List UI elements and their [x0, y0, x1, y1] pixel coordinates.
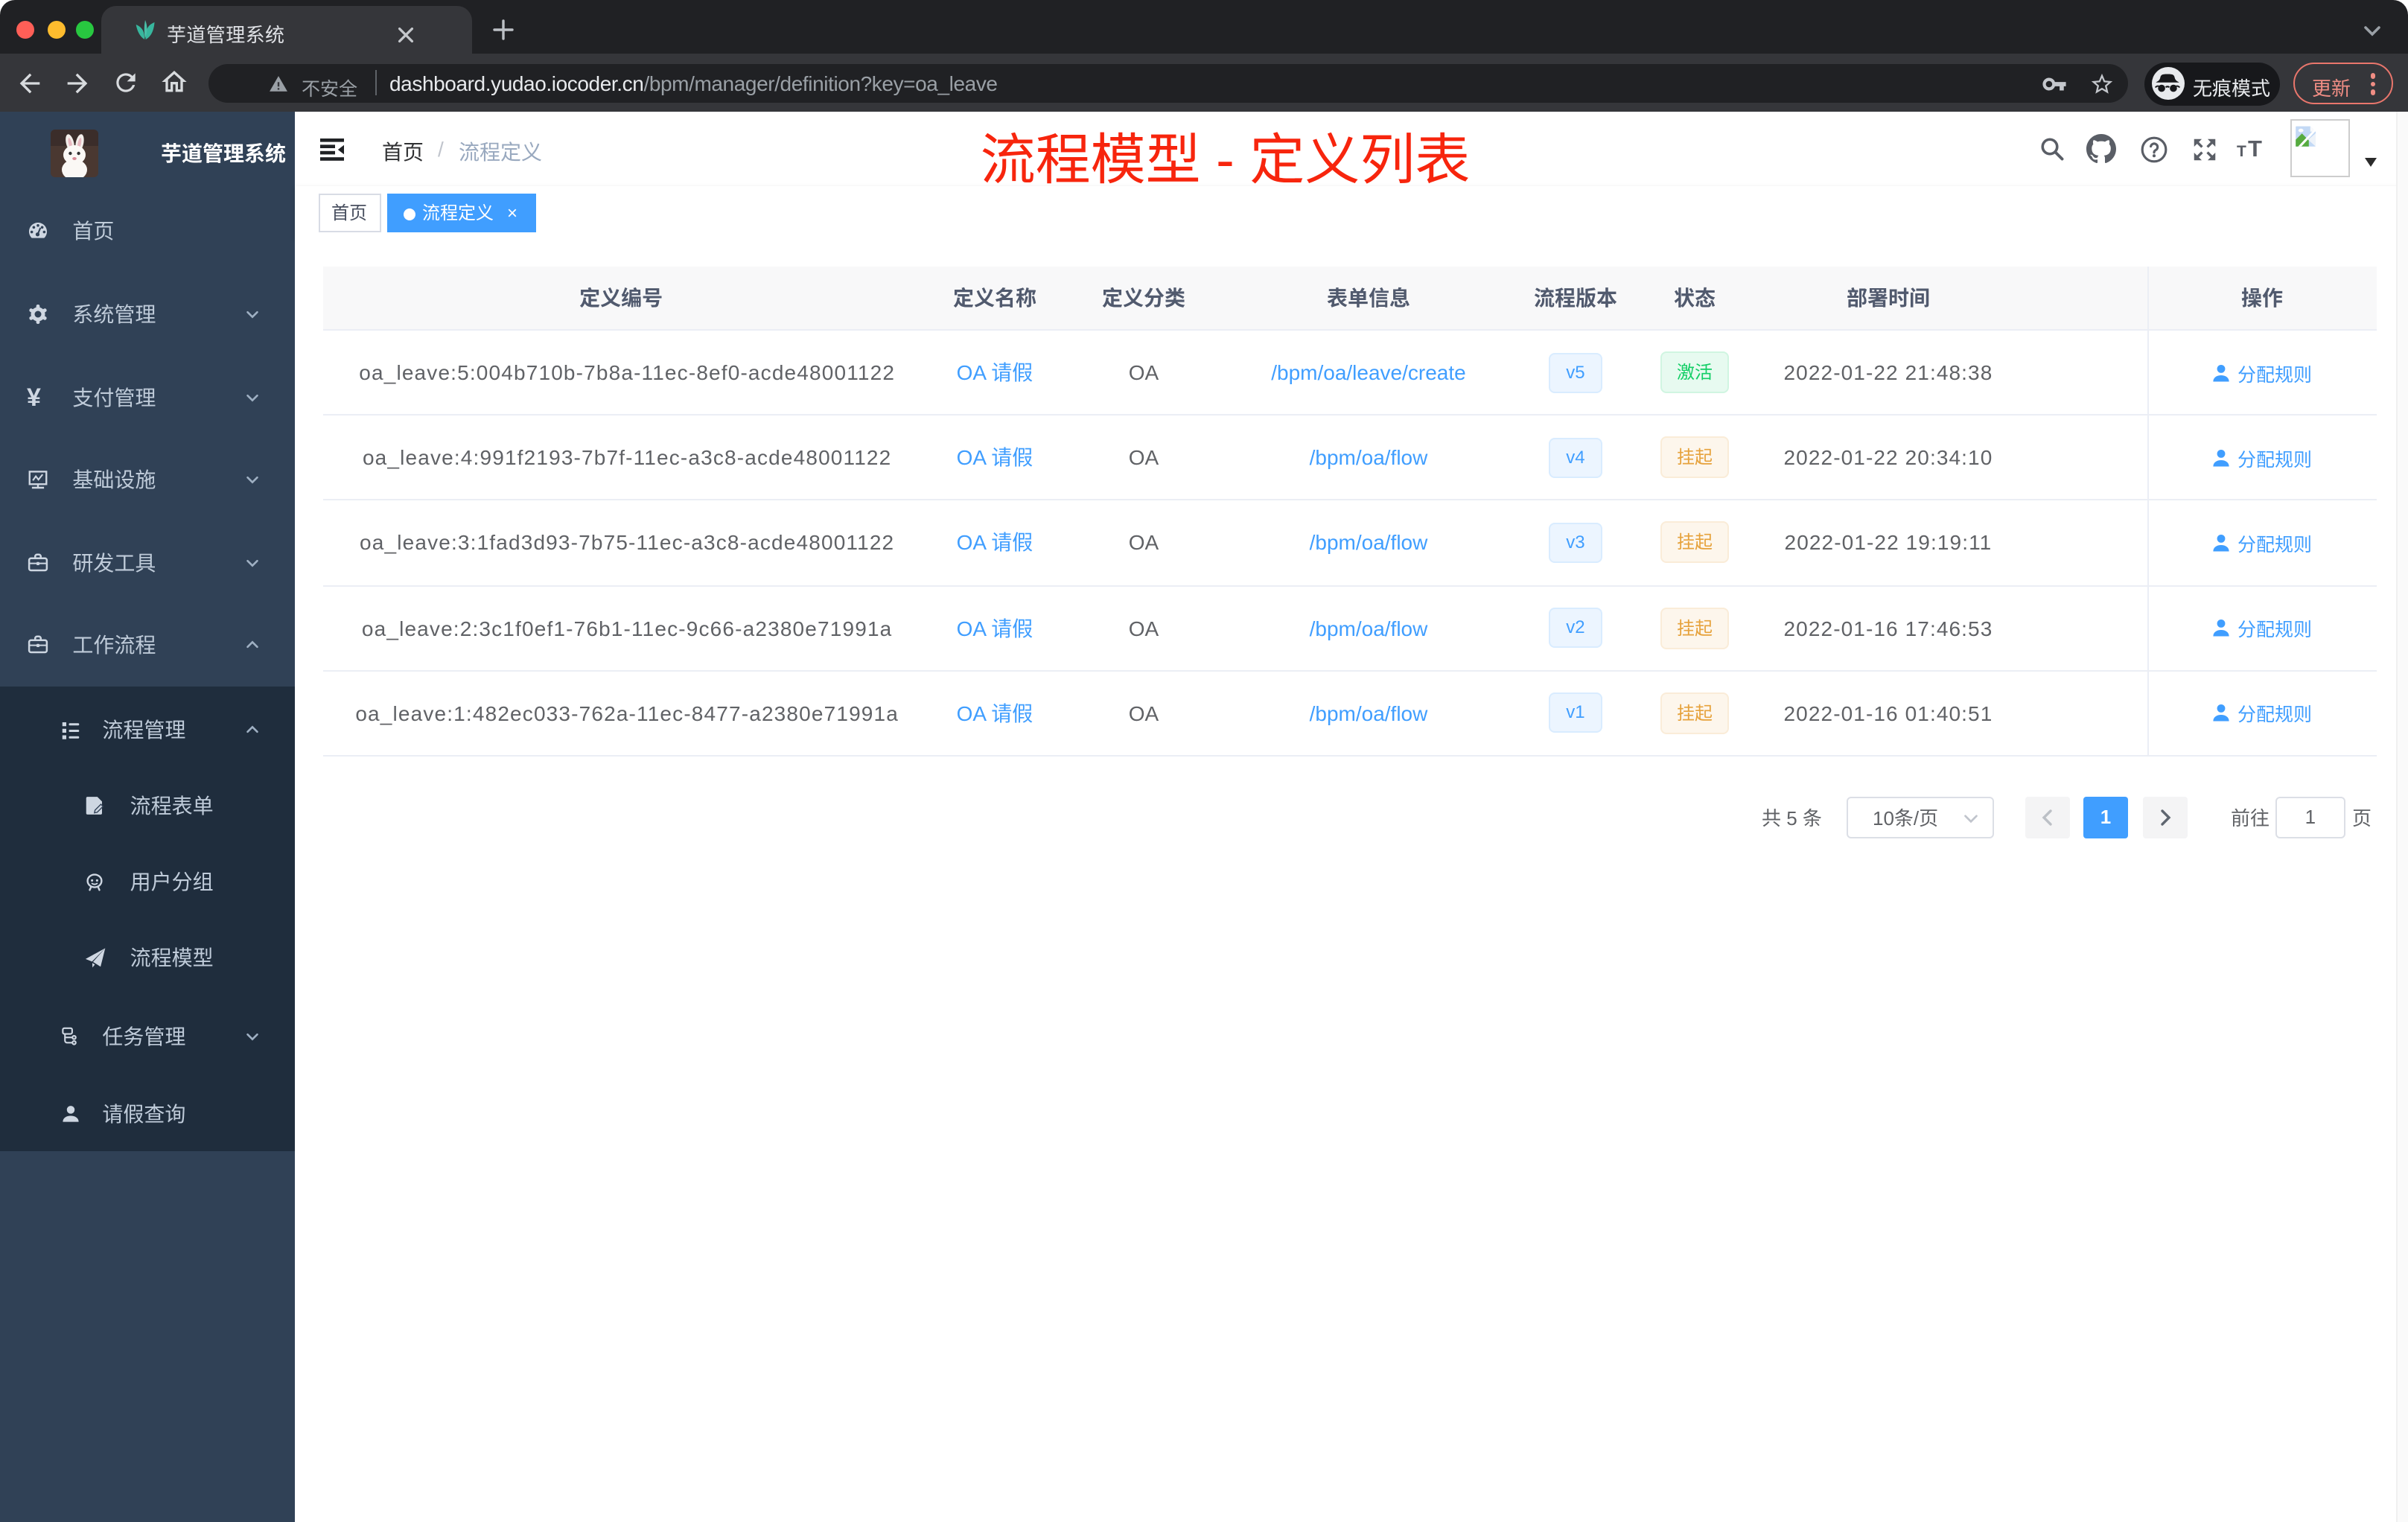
svg-text:T: T: [2248, 136, 2262, 162]
svg-text:T: T: [2237, 143, 2246, 160]
